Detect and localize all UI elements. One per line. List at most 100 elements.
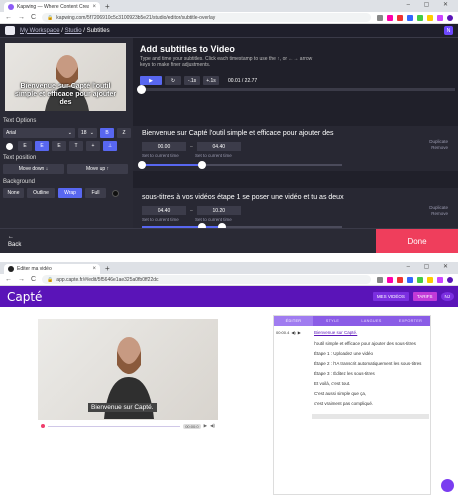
subtitle-line[interactable]: c'est vraiment pas compliqué. bbox=[314, 401, 373, 406]
end-time-field[interactable]: 04.40 bbox=[196, 142, 241, 151]
extension-icon[interactable] bbox=[437, 276, 443, 283]
subtitle-text[interactable]: sous-titres à vos vidéos étape 1 se pose… bbox=[142, 194, 344, 201]
tab-languages[interactable]: LANGUES bbox=[352, 316, 391, 326]
avatar[interactable]: NJ bbox=[440, 292, 454, 301]
range-end-handle[interactable] bbox=[198, 161, 206, 169]
tab-edit[interactable]: ÉDITER bbox=[274, 316, 313, 326]
start-time-field[interactable]: 04.40 bbox=[142, 206, 186, 215]
subtitle-line[interactable]: Bienvenue sur Capté. bbox=[314, 330, 357, 335]
end-time-field[interactable]: 10.20 bbox=[196, 206, 241, 215]
italic-button[interactable]: Z bbox=[117, 128, 131, 138]
remove-button[interactable]: Remove bbox=[429, 145, 448, 151]
extension-icon[interactable] bbox=[427, 14, 433, 21]
bg-wrap-button[interactable]: Wrap bbox=[58, 188, 82, 198]
valign-middle-button[interactable]: + bbox=[86, 141, 100, 151]
font-select[interactable]: Arial ⌄ bbox=[3, 128, 75, 138]
align-right-button[interactable]: E bbox=[52, 141, 66, 151]
bg-none-button[interactable]: None bbox=[3, 188, 24, 198]
forward-arrow-icon[interactable]: → bbox=[18, 14, 25, 21]
chat-bubble-icon[interactable] bbox=[441, 479, 454, 492]
extension-icon[interactable] bbox=[417, 14, 423, 21]
kapwing-logo-icon[interactable] bbox=[5, 26, 15, 35]
align-center-button[interactable]: E bbox=[35, 141, 49, 151]
done-button[interactable]: Done bbox=[376, 229, 458, 253]
seek-handle[interactable] bbox=[137, 85, 146, 94]
set-start-link[interactable]: Set to current time bbox=[142, 217, 179, 222]
back-button[interactable]: ← Back bbox=[8, 233, 21, 249]
extension-icon[interactable] bbox=[387, 276, 393, 283]
tab-export[interactable]: EXPORTER bbox=[391, 316, 430, 326]
avatar[interactable]: N bbox=[444, 26, 453, 35]
valign-bottom-button[interactable]: ⊥ bbox=[103, 141, 117, 151]
my-videos-button[interactable]: MES VIDÉOS bbox=[372, 292, 409, 301]
tab-style[interactable]: STYLE bbox=[313, 316, 352, 326]
volume-icon[interactable]: ◀) bbox=[210, 423, 215, 429]
new-tab-icon[interactable]: + bbox=[105, 264, 110, 273]
set-end-link[interactable]: Set to current time bbox=[195, 217, 232, 222]
extension-icon[interactable] bbox=[377, 14, 383, 21]
close-tab-icon[interactable]: × bbox=[92, 266, 96, 272]
window-controls[interactable]: – ▢ ✕ bbox=[407, 1, 454, 8]
play-icon[interactable]: ▶ bbox=[298, 330, 301, 335]
profile-avatar-icon[interactable] bbox=[447, 276, 453, 283]
extension-icon[interactable] bbox=[427, 276, 433, 283]
bold-button[interactable]: B bbox=[100, 128, 114, 138]
subtitle-line[interactable]: Étape 2 : l'IA transcrit automatiquement… bbox=[314, 361, 421, 366]
subtitle-line[interactable]: Et voilà, c'est tout. bbox=[314, 381, 350, 386]
close-tab-icon[interactable]: × bbox=[92, 4, 96, 10]
video-timeline[interactable] bbox=[48, 425, 181, 427]
url-field[interactable]: 🔒 app.capte.fr/#/edit/5f5646e1ae325a0fb0… bbox=[42, 275, 371, 284]
reload-icon[interactable]: C bbox=[31, 14, 36, 21]
set-start-link[interactable]: Set to current time bbox=[142, 153, 179, 158]
volume-icon[interactable]: ◀) bbox=[291, 330, 295, 335]
play-button[interactable]: ▶ bbox=[140, 76, 162, 85]
move-up-button[interactable]: Move up ↑ bbox=[67, 164, 128, 174]
reload-icon[interactable]: C bbox=[31, 276, 36, 283]
step-forward-button[interactable]: +.1s bbox=[203, 76, 219, 85]
replay-button[interactable]: ↻ bbox=[165, 76, 181, 85]
valign-top-button[interactable]: T bbox=[69, 141, 83, 151]
seek-bar[interactable] bbox=[137, 85, 455, 94]
subtitle-line[interactable]: C'est aussi simple que ça, bbox=[314, 391, 366, 396]
extension-icon[interactable] bbox=[437, 14, 443, 21]
subtitle-text[interactable]: Bienvenue sur Capté l'outil simple et ef… bbox=[142, 130, 334, 137]
extension-icon[interactable] bbox=[377, 276, 383, 283]
forward-arrow-icon[interactable]: → bbox=[18, 276, 25, 283]
extension-icon[interactable] bbox=[397, 14, 403, 21]
back-arrow-icon[interactable]: ← bbox=[5, 276, 12, 283]
align-left-button[interactable]: E bbox=[18, 141, 32, 151]
subtitle-range[interactable] bbox=[138, 161, 342, 169]
video-preview[interactable]: Bienvenue sur Capté l'outil simple et ef… bbox=[5, 43, 126, 111]
back-arrow-icon[interactable]: ← bbox=[5, 14, 12, 21]
extension-icon[interactable] bbox=[387, 14, 393, 21]
breadcrumb-studio[interactable]: Studio bbox=[65, 28, 82, 34]
bg-outline-button[interactable]: Outline bbox=[27, 188, 55, 198]
color-button[interactable] bbox=[3, 141, 15, 151]
pricing-button[interactable]: TARIFS bbox=[412, 292, 437, 301]
bg-full-button[interactable]: Full bbox=[85, 188, 106, 198]
extension-icon[interactable] bbox=[417, 276, 423, 283]
set-end-link[interactable]: Set to current time bbox=[195, 153, 232, 158]
window-controls[interactable]: – ▢ ✕ bbox=[407, 263, 454, 270]
browser-tab-kapwing[interactable]: Kapwing — Where Content Crea × bbox=[4, 2, 100, 12]
remove-button[interactable]: Remove bbox=[429, 211, 448, 217]
subtitle-line[interactable]: l'outil simple et efficace pour ajouter … bbox=[314, 341, 416, 346]
browser-tab-capte[interactable]: Éditer ma vidéo × bbox=[4, 264, 100, 274]
size-select[interactable]: 18 ⌄ bbox=[78, 128, 97, 138]
playhead-icon[interactable] bbox=[41, 424, 45, 428]
play-icon[interactable]: ▶ bbox=[204, 423, 207, 429]
range-start-handle[interactable] bbox=[138, 161, 146, 169]
step-back-button[interactable]: -.1s bbox=[184, 76, 200, 85]
video-preview[interactable]: Bienvenue sur Capté. bbox=[38, 319, 218, 420]
add-line-bar[interactable] bbox=[312, 414, 429, 419]
extension-icon[interactable] bbox=[407, 14, 413, 21]
new-tab-icon[interactable]: + bbox=[105, 2, 110, 11]
url-field[interactable]: 🔒 kapwing.com/5f7206910c5c3100923b5e21/s… bbox=[42, 13, 371, 22]
subtitle-line[interactable]: Étape 1 : Uploadez une vidéo bbox=[314, 351, 373, 356]
breadcrumb-workspace[interactable]: My Workspace bbox=[20, 28, 60, 34]
subtitle-line[interactable]: Étape 3 : Éditez les sous-titres bbox=[314, 371, 375, 376]
start-time-field[interactable]: 00.00 bbox=[142, 142, 186, 151]
profile-avatar-icon[interactable] bbox=[447, 14, 453, 21]
capte-logo[interactable]: Capté bbox=[7, 290, 42, 304]
extension-icon[interactable] bbox=[397, 276, 403, 283]
